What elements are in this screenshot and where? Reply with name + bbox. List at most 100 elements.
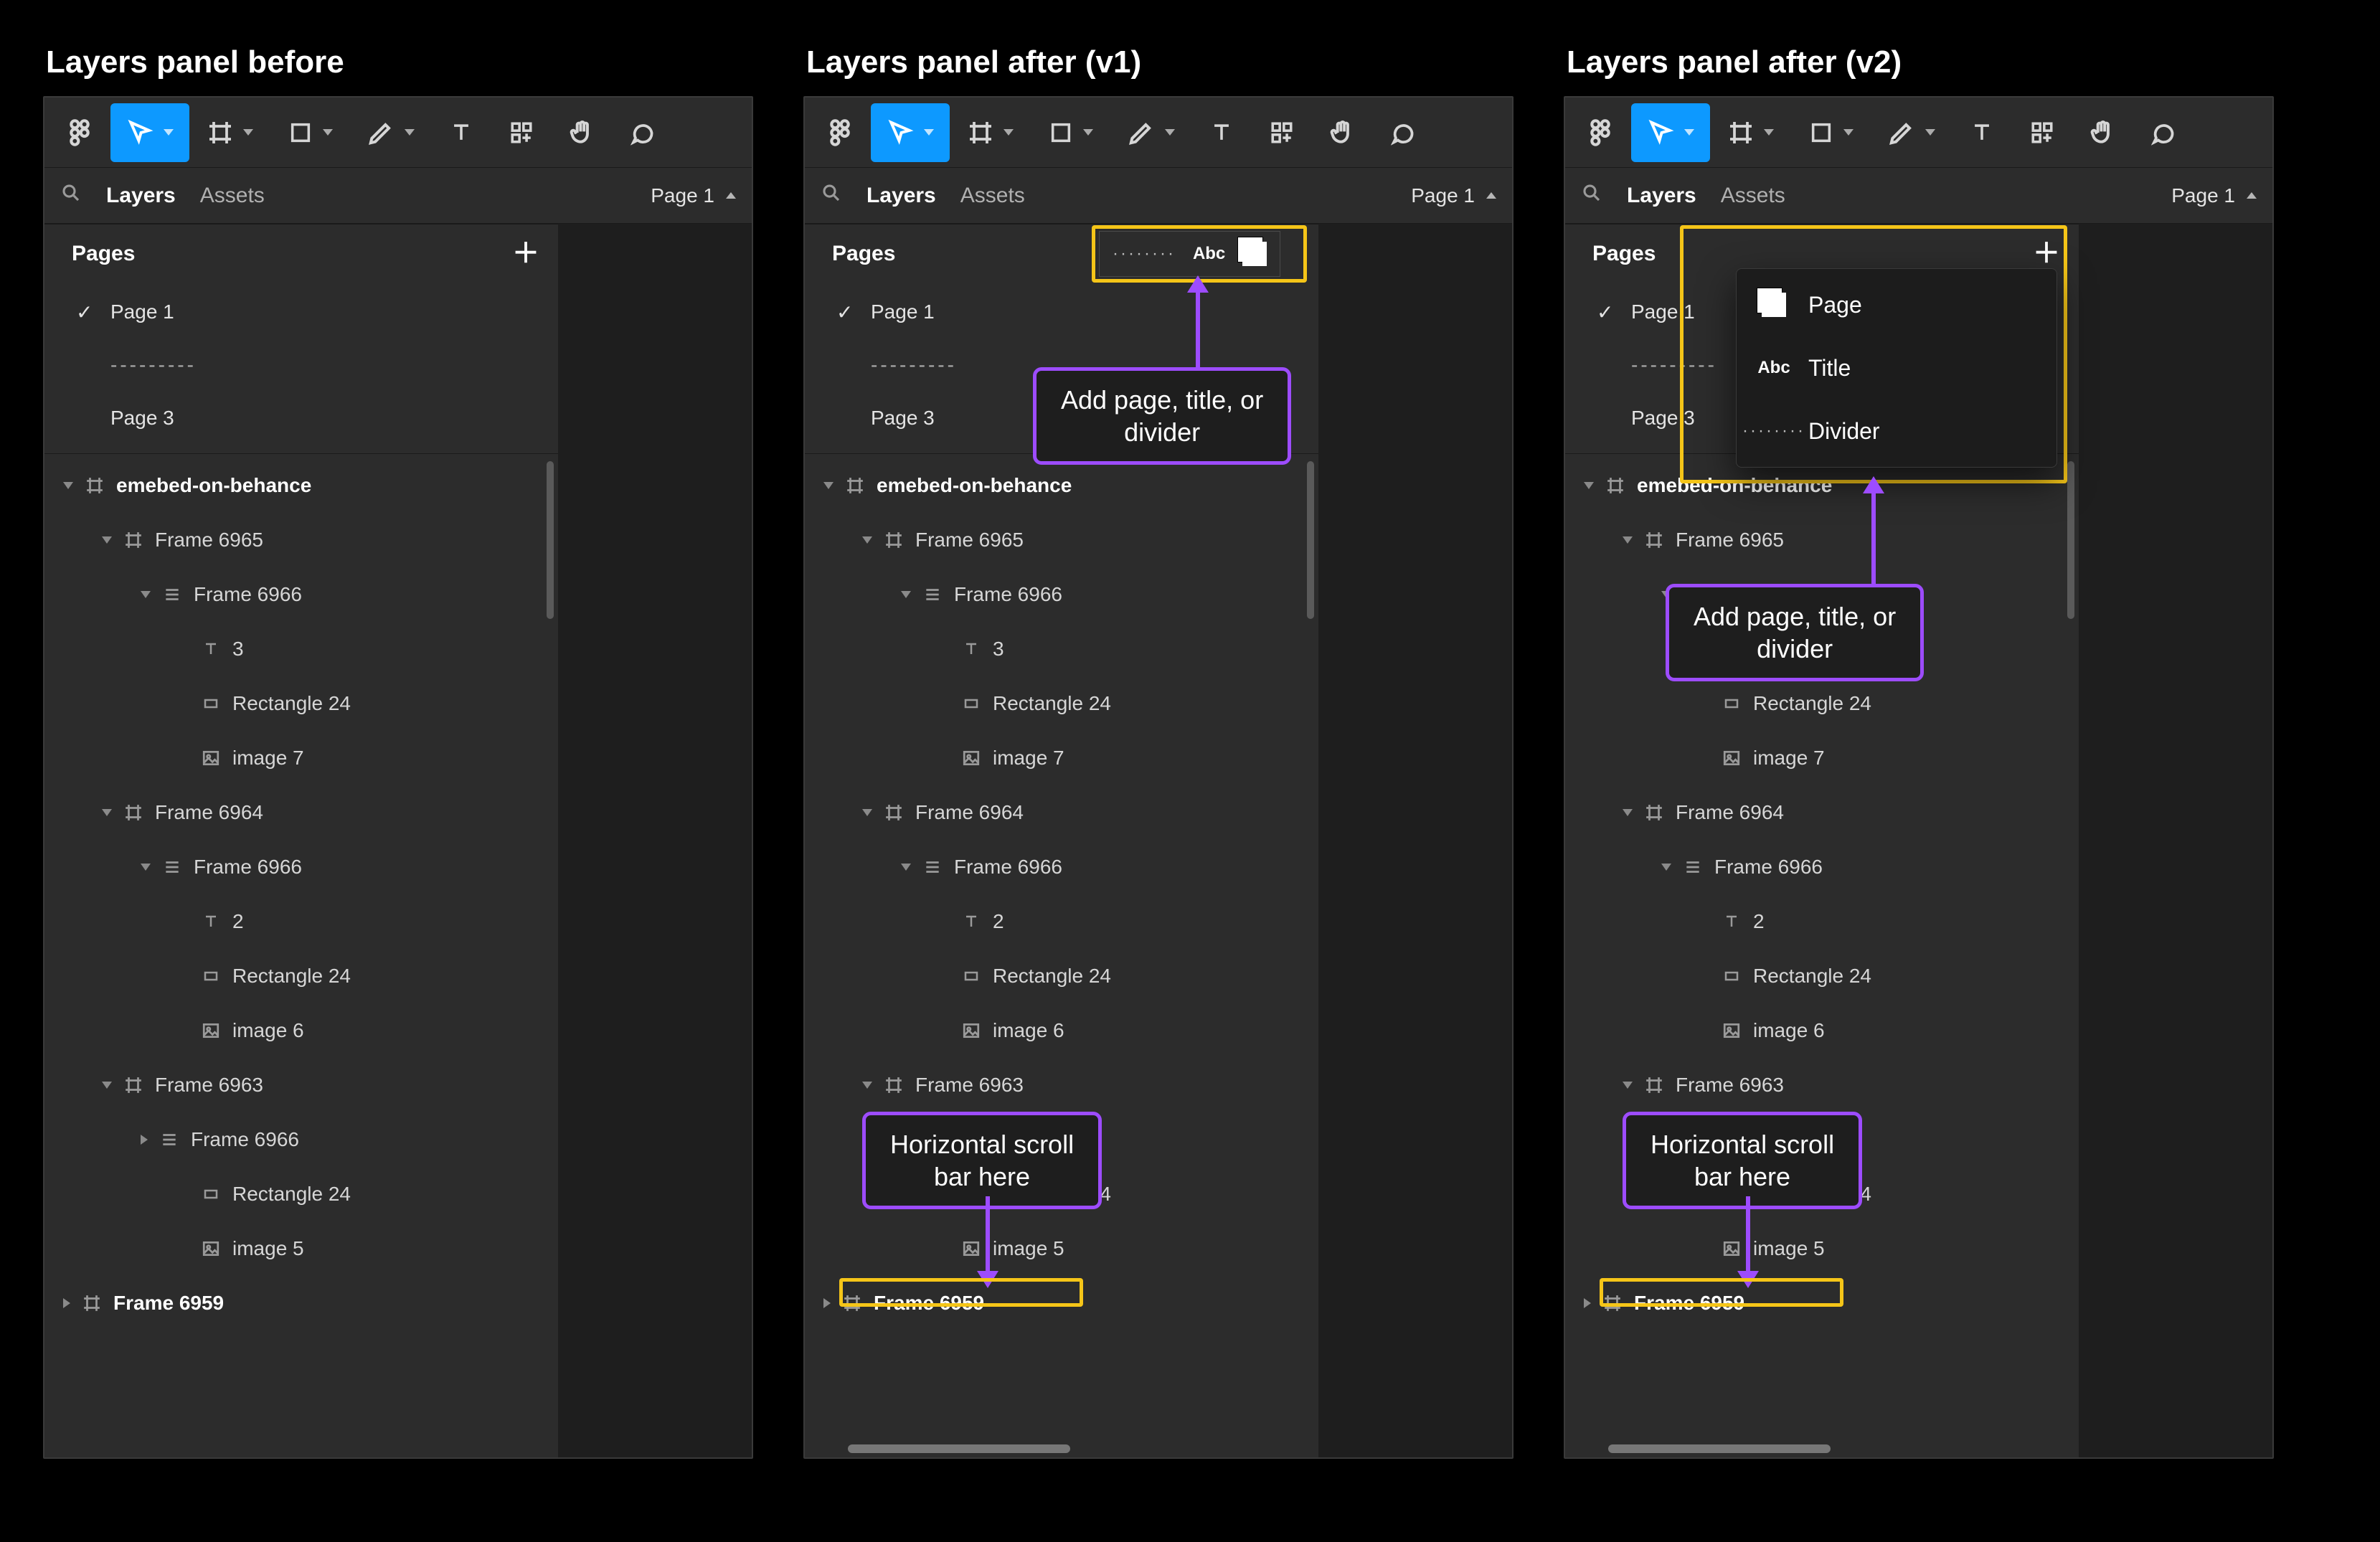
layer-label: Frame 6965: [915, 529, 1024, 552]
shape-tool-button[interactable]: [1792, 103, 1871, 162]
tab-assets[interactable]: Assets: [1721, 184, 1785, 208]
search-icon[interactable]: [821, 182, 842, 209]
page-item[interactable]: Page 3: [44, 392, 558, 445]
layer-row[interactable]: image 5: [44, 1221, 558, 1276]
layer-row[interactable]: Frame 6966: [805, 567, 1318, 622]
page-item[interactable]: ✓Page 1: [44, 285, 558, 339]
frame-tool-button[interactable]: [191, 103, 270, 162]
resources-button[interactable]: [1252, 103, 1311, 162]
canvas[interactable]: [2079, 224, 2272, 1457]
figma-menu-button[interactable]: [1571, 103, 1630, 162]
layer-row[interactable]: image 5: [1565, 1221, 2079, 1276]
pen-tool-button[interactable]: [1872, 103, 1951, 162]
tab-layers[interactable]: Layers: [106, 184, 176, 208]
resources-button[interactable]: [492, 103, 551, 162]
comment-tool-button[interactable]: [1373, 103, 1432, 162]
layer-row[interactable]: Frame 6966: [44, 840, 558, 894]
add-page-button[interactable]: ＋: [512, 240, 539, 268]
layers-scroll[interactable]: emebed-on-behanceFrame 6965Frame 69663Re…: [44, 453, 558, 1457]
layer-row[interactable]: image 6: [1565, 1003, 2079, 1058]
layer-row[interactable]: image 7: [805, 731, 1318, 785]
page-item[interactable]: ✓Page 1: [805, 285, 1318, 339]
canvas[interactable]: [558, 224, 752, 1457]
horizontal-scrollbar[interactable]: [1608, 1444, 1831, 1453]
layer-row[interactable]: Frame 6963: [44, 1058, 558, 1112]
text-tool-button[interactable]: [1192, 103, 1251, 162]
page-picker[interactable]: Page 1: [651, 184, 736, 207]
layer-row[interactable]: Rectangle 24: [1565, 949, 2079, 1003]
layer-row[interactable]: emebed-on-behance: [44, 458, 558, 513]
shape-tool-button[interactable]: [1031, 103, 1110, 162]
layer-row[interactable]: 2: [44, 894, 558, 949]
vertical-scrollbar[interactable]: [1307, 461, 1314, 619]
move-tool-button[interactable]: [871, 103, 950, 162]
layer-row[interactable]: 3: [44, 622, 558, 676]
hand-tool-button[interactable]: [552, 103, 611, 162]
pen-tool-button[interactable]: [1112, 103, 1191, 162]
layer-row[interactable]: Frame 6965: [1565, 513, 2079, 567]
figma-menu-button[interactable]: [50, 103, 109, 162]
figma-menu-button[interactable]: [811, 103, 869, 162]
comment-tool-button[interactable]: [613, 103, 671, 162]
chevron-up-icon: [726, 192, 736, 199]
layer-row[interactable]: Rectangle 24: [805, 949, 1318, 1003]
layer-row[interactable]: Frame 6965: [44, 513, 558, 567]
layer-row[interactable]: Frame 6966: [805, 840, 1318, 894]
move-tool-button[interactable]: [110, 103, 189, 162]
text-tool-button[interactable]: [432, 103, 491, 162]
layer-row[interactable]: image 6: [805, 1003, 1318, 1058]
layer-row[interactable]: Frame 6966: [44, 567, 558, 622]
tab-layers[interactable]: Layers: [1627, 184, 1696, 208]
frame-icon: [1644, 803, 1664, 823]
layer-row[interactable]: Frame 6963: [1565, 1058, 2079, 1112]
frame-tool-button[interactable]: [951, 103, 1030, 162]
layer-row[interactable]: Rectangle 24: [44, 1167, 558, 1221]
layer-row[interactable]: Rectangle 24: [805, 676, 1318, 731]
tab-assets[interactable]: Assets: [960, 184, 1025, 208]
layer-row[interactable]: Frame 6966: [1565, 840, 2079, 894]
layer-row[interactable]: Rectangle 24: [1565, 676, 2079, 731]
hand-tool-button[interactable]: [2073, 103, 2132, 162]
vertical-scrollbar[interactable]: [2067, 461, 2074, 619]
frame-tool-button[interactable]: [1711, 103, 1790, 162]
pen-tool-button[interactable]: [351, 103, 430, 162]
comment-tool-button[interactable]: [2133, 103, 2192, 162]
hand-tool-button[interactable]: [1313, 103, 1371, 162]
layer-row[interactable]: Frame 6963: [805, 1058, 1318, 1112]
layer-row[interactable]: image 5: [805, 1221, 1318, 1276]
layer-row[interactable]: emebed-on-behance: [805, 458, 1318, 513]
layer-row[interactable]: Frame 6964: [805, 785, 1318, 840]
page-picker[interactable]: Page 1: [1411, 184, 1496, 207]
layer-row[interactable]: Frame 6966: [44, 1112, 558, 1167]
search-icon[interactable]: [1581, 182, 1602, 209]
move-tool-button[interactable]: [1631, 103, 1710, 162]
menu-item-page[interactable]: Page: [1737, 273, 2056, 336]
layer-row[interactable]: 2: [805, 894, 1318, 949]
layer-row[interactable]: Rectangle 24: [44, 949, 558, 1003]
page-picker[interactable]: Page 1: [2171, 184, 2257, 207]
menu-item-title[interactable]: AbcTitle: [1737, 336, 2056, 399]
layer-row[interactable]: image 7: [1565, 731, 2079, 785]
tab-layers[interactable]: Layers: [866, 184, 936, 208]
horizontal-scrollbar[interactable]: [848, 1444, 1070, 1453]
page-item[interactable]: ---------: [44, 339, 558, 392]
shape-tool-button[interactable]: [271, 103, 350, 162]
layers-scroll[interactable]: emebed-on-behanceFrame 6965Frame 69663Re…: [805, 453, 1318, 1457]
layer-row[interactable]: Frame 6964: [1565, 785, 2079, 840]
search-icon[interactable]: [60, 182, 82, 209]
layer-row[interactable]: Frame 6964: [44, 785, 558, 840]
layer-row[interactable]: Frame 6965: [805, 513, 1318, 567]
layer-row[interactable]: 3: [805, 622, 1318, 676]
layer-row[interactable]: image 7: [44, 731, 558, 785]
menu-item-divider[interactable]: ········Divider: [1737, 399, 2056, 463]
tab-assets[interactable]: Assets: [200, 184, 265, 208]
layer-row[interactable]: Frame 6959: [44, 1276, 558, 1330]
layer-label: Rectangle 24: [993, 965, 1111, 988]
vertical-scrollbar[interactable]: [547, 461, 554, 619]
resources-button[interactable]: [2013, 103, 2072, 162]
canvas[interactable]: [1318, 224, 1512, 1457]
layer-row[interactable]: Rectangle 24: [44, 676, 558, 731]
layer-row[interactable]: image 6: [44, 1003, 558, 1058]
text-tool-button[interactable]: [1952, 103, 2011, 162]
layer-row[interactable]: 2: [1565, 894, 2079, 949]
